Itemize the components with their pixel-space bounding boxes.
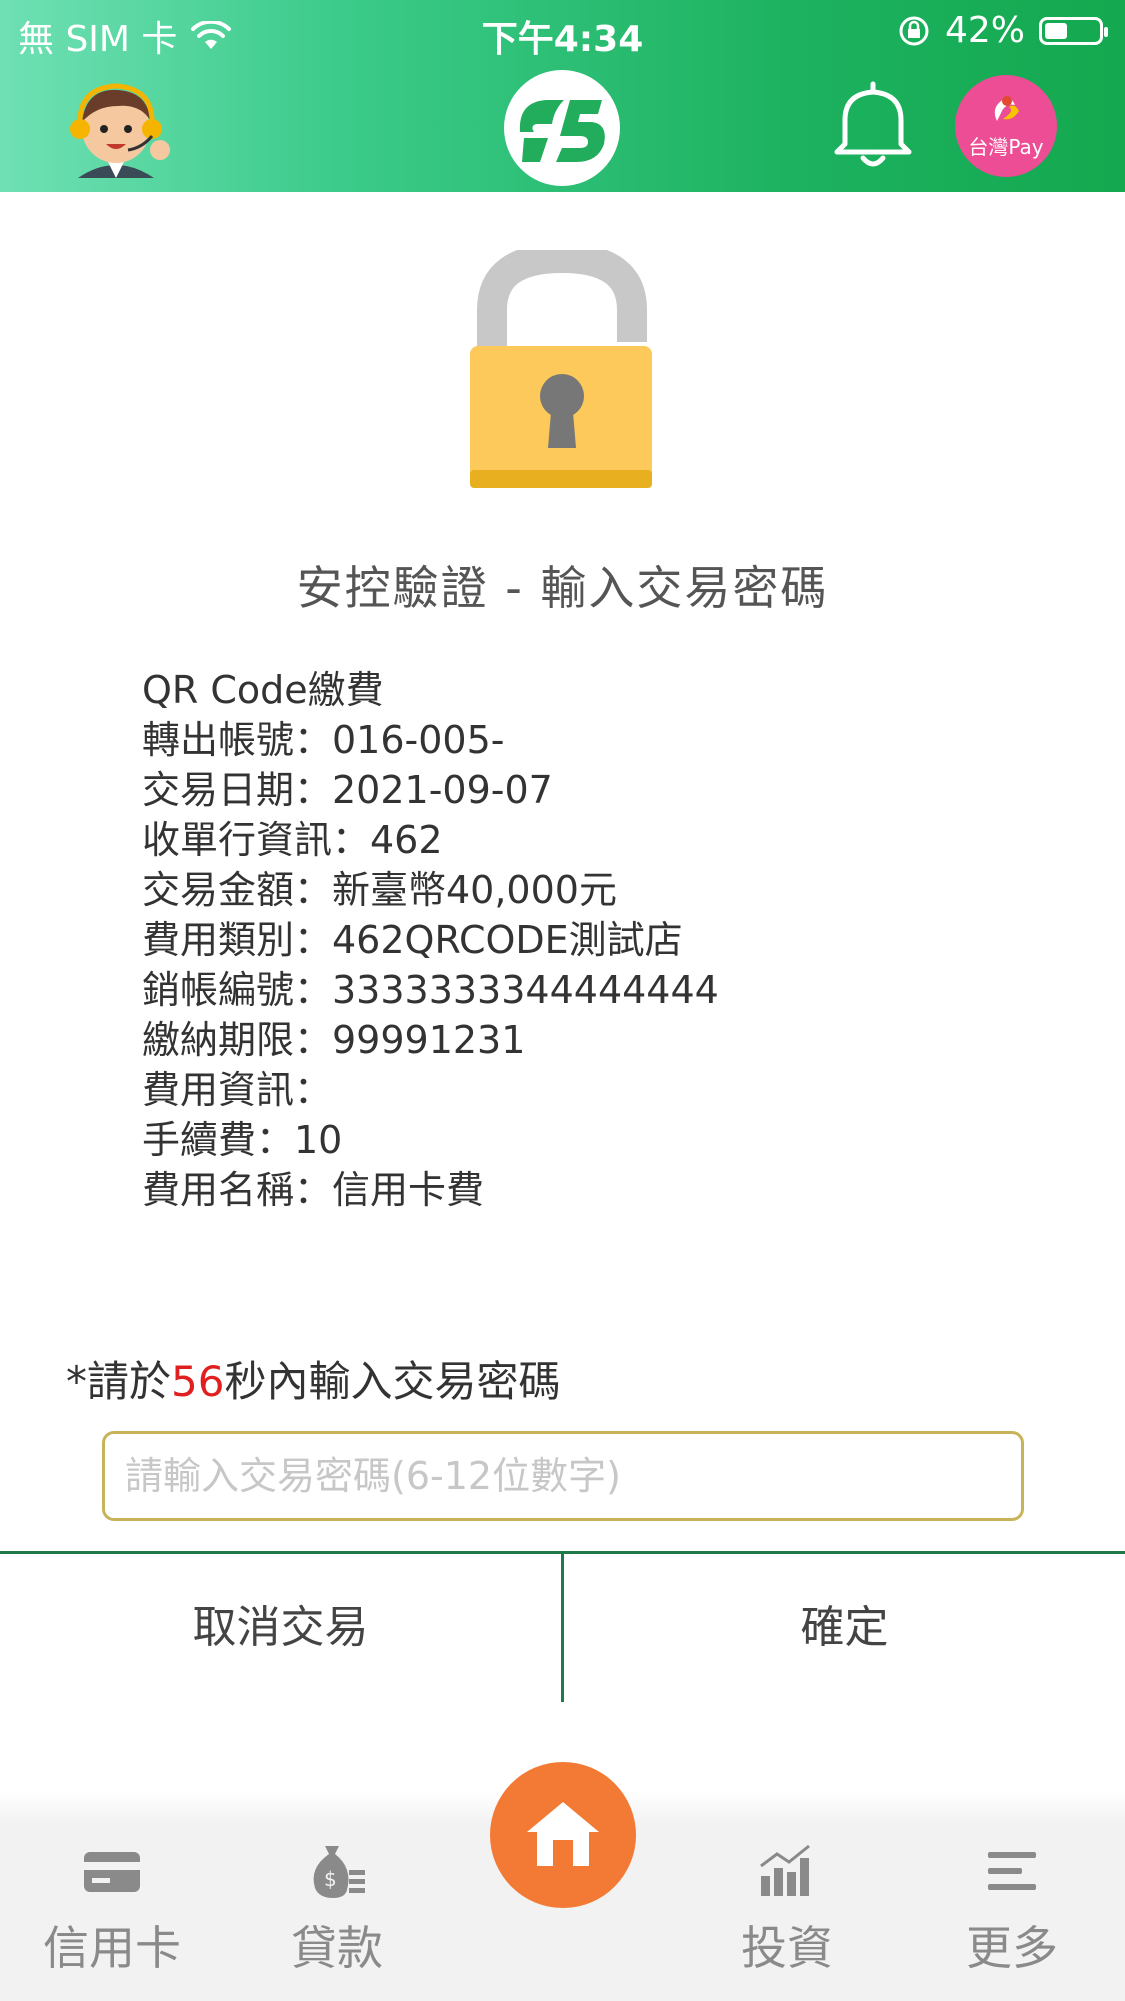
confirm-button[interactable]: 確定 xyxy=(564,1554,1125,1702)
tab-label: 投資 xyxy=(741,1921,833,1975)
tab-label: 更多 xyxy=(966,1921,1058,1975)
rotation-lock-icon xyxy=(899,16,929,45)
detail-row: 交易金額：新臺幣40,000元 xyxy=(142,868,617,912)
detail-row: 費用資訊： xyxy=(142,1068,333,1112)
tab-loan[interactable]: $ 貸款 xyxy=(237,1842,437,1978)
bar-chart-icon xyxy=(760,1844,810,1896)
status-bar: 無 SIM 卡 下午4:34 42% xyxy=(0,0,1125,62)
menu-icon xyxy=(988,1852,1036,1890)
money-bag-icon: $ xyxy=(313,1846,365,1898)
svg-text:$: $ xyxy=(324,1867,337,1891)
battery-percent: 42% xyxy=(944,10,1025,51)
detail-row: 交易日期：2021-09-07 xyxy=(142,768,553,812)
tab-label: 信用卡 xyxy=(43,1921,181,1975)
detail-row: 轉出帳號：016-005- xyxy=(142,718,505,762)
bank-95-logo-icon xyxy=(504,70,620,186)
tab-label: 貸款 xyxy=(291,1921,383,1975)
tab-investment[interactable]: 投資 xyxy=(687,1842,887,1978)
tab-credit-card[interactable]: 信用卡 xyxy=(12,1842,212,1978)
taiwan-pay-logo-icon xyxy=(994,96,1019,121)
credit-card-icon xyxy=(84,1852,140,1892)
unlocked-padlock-icon xyxy=(470,250,652,488)
detail-row: 銷帳編號：3333333344444444 xyxy=(142,968,719,1012)
detail-row: 費用名稱：信用卡費 xyxy=(142,1168,485,1212)
detail-row: 費用類別：462QRCODE測試店 xyxy=(142,918,683,962)
action-bar: 取消交易 確定 xyxy=(0,1551,1125,1704)
page-title: 安控驗證 - 輸入交易密碼 xyxy=(296,561,829,615)
taiwan-pay-button[interactable]: 台灣Pay xyxy=(955,75,1057,177)
countdown-message: *請於56秒內輸入交易密碼 xyxy=(66,1348,560,1409)
transaction-password-input[interactable] xyxy=(102,1431,1024,1521)
cancel-transaction-button[interactable]: 取消交易 xyxy=(0,1554,561,1702)
countdown-suffix: 秒內輸入交易密碼 xyxy=(224,1357,561,1406)
detail-row: 手續費：10 xyxy=(142,1118,343,1162)
detail-row: 收單行資訊：462 xyxy=(142,818,443,862)
transaction-details: QR Code繳費 轉出帳號：016-005- 交易日期：2021-09-07 … xyxy=(142,665,719,1215)
taiwan-pay-label: 台灣Pay xyxy=(968,135,1044,159)
app-header: 無 SIM 卡 下午4:34 42% 台灣Pay xyxy=(0,0,1125,192)
tab-more[interactable]: 更多 xyxy=(912,1842,1112,1978)
home-button[interactable] xyxy=(490,1762,636,1908)
countdown-prefix: *請於 xyxy=(66,1357,172,1406)
customer-service-avatar-icon[interactable] xyxy=(56,74,176,184)
detail-row: QR Code繳費 xyxy=(142,668,384,712)
detail-row: 繳納期限：99991231 xyxy=(142,1018,526,1062)
home-icon xyxy=(527,1802,599,1866)
countdown-seconds: 56 xyxy=(171,1357,225,1406)
battery-icon xyxy=(1039,16,1108,45)
bell-icon[interactable] xyxy=(830,78,916,170)
